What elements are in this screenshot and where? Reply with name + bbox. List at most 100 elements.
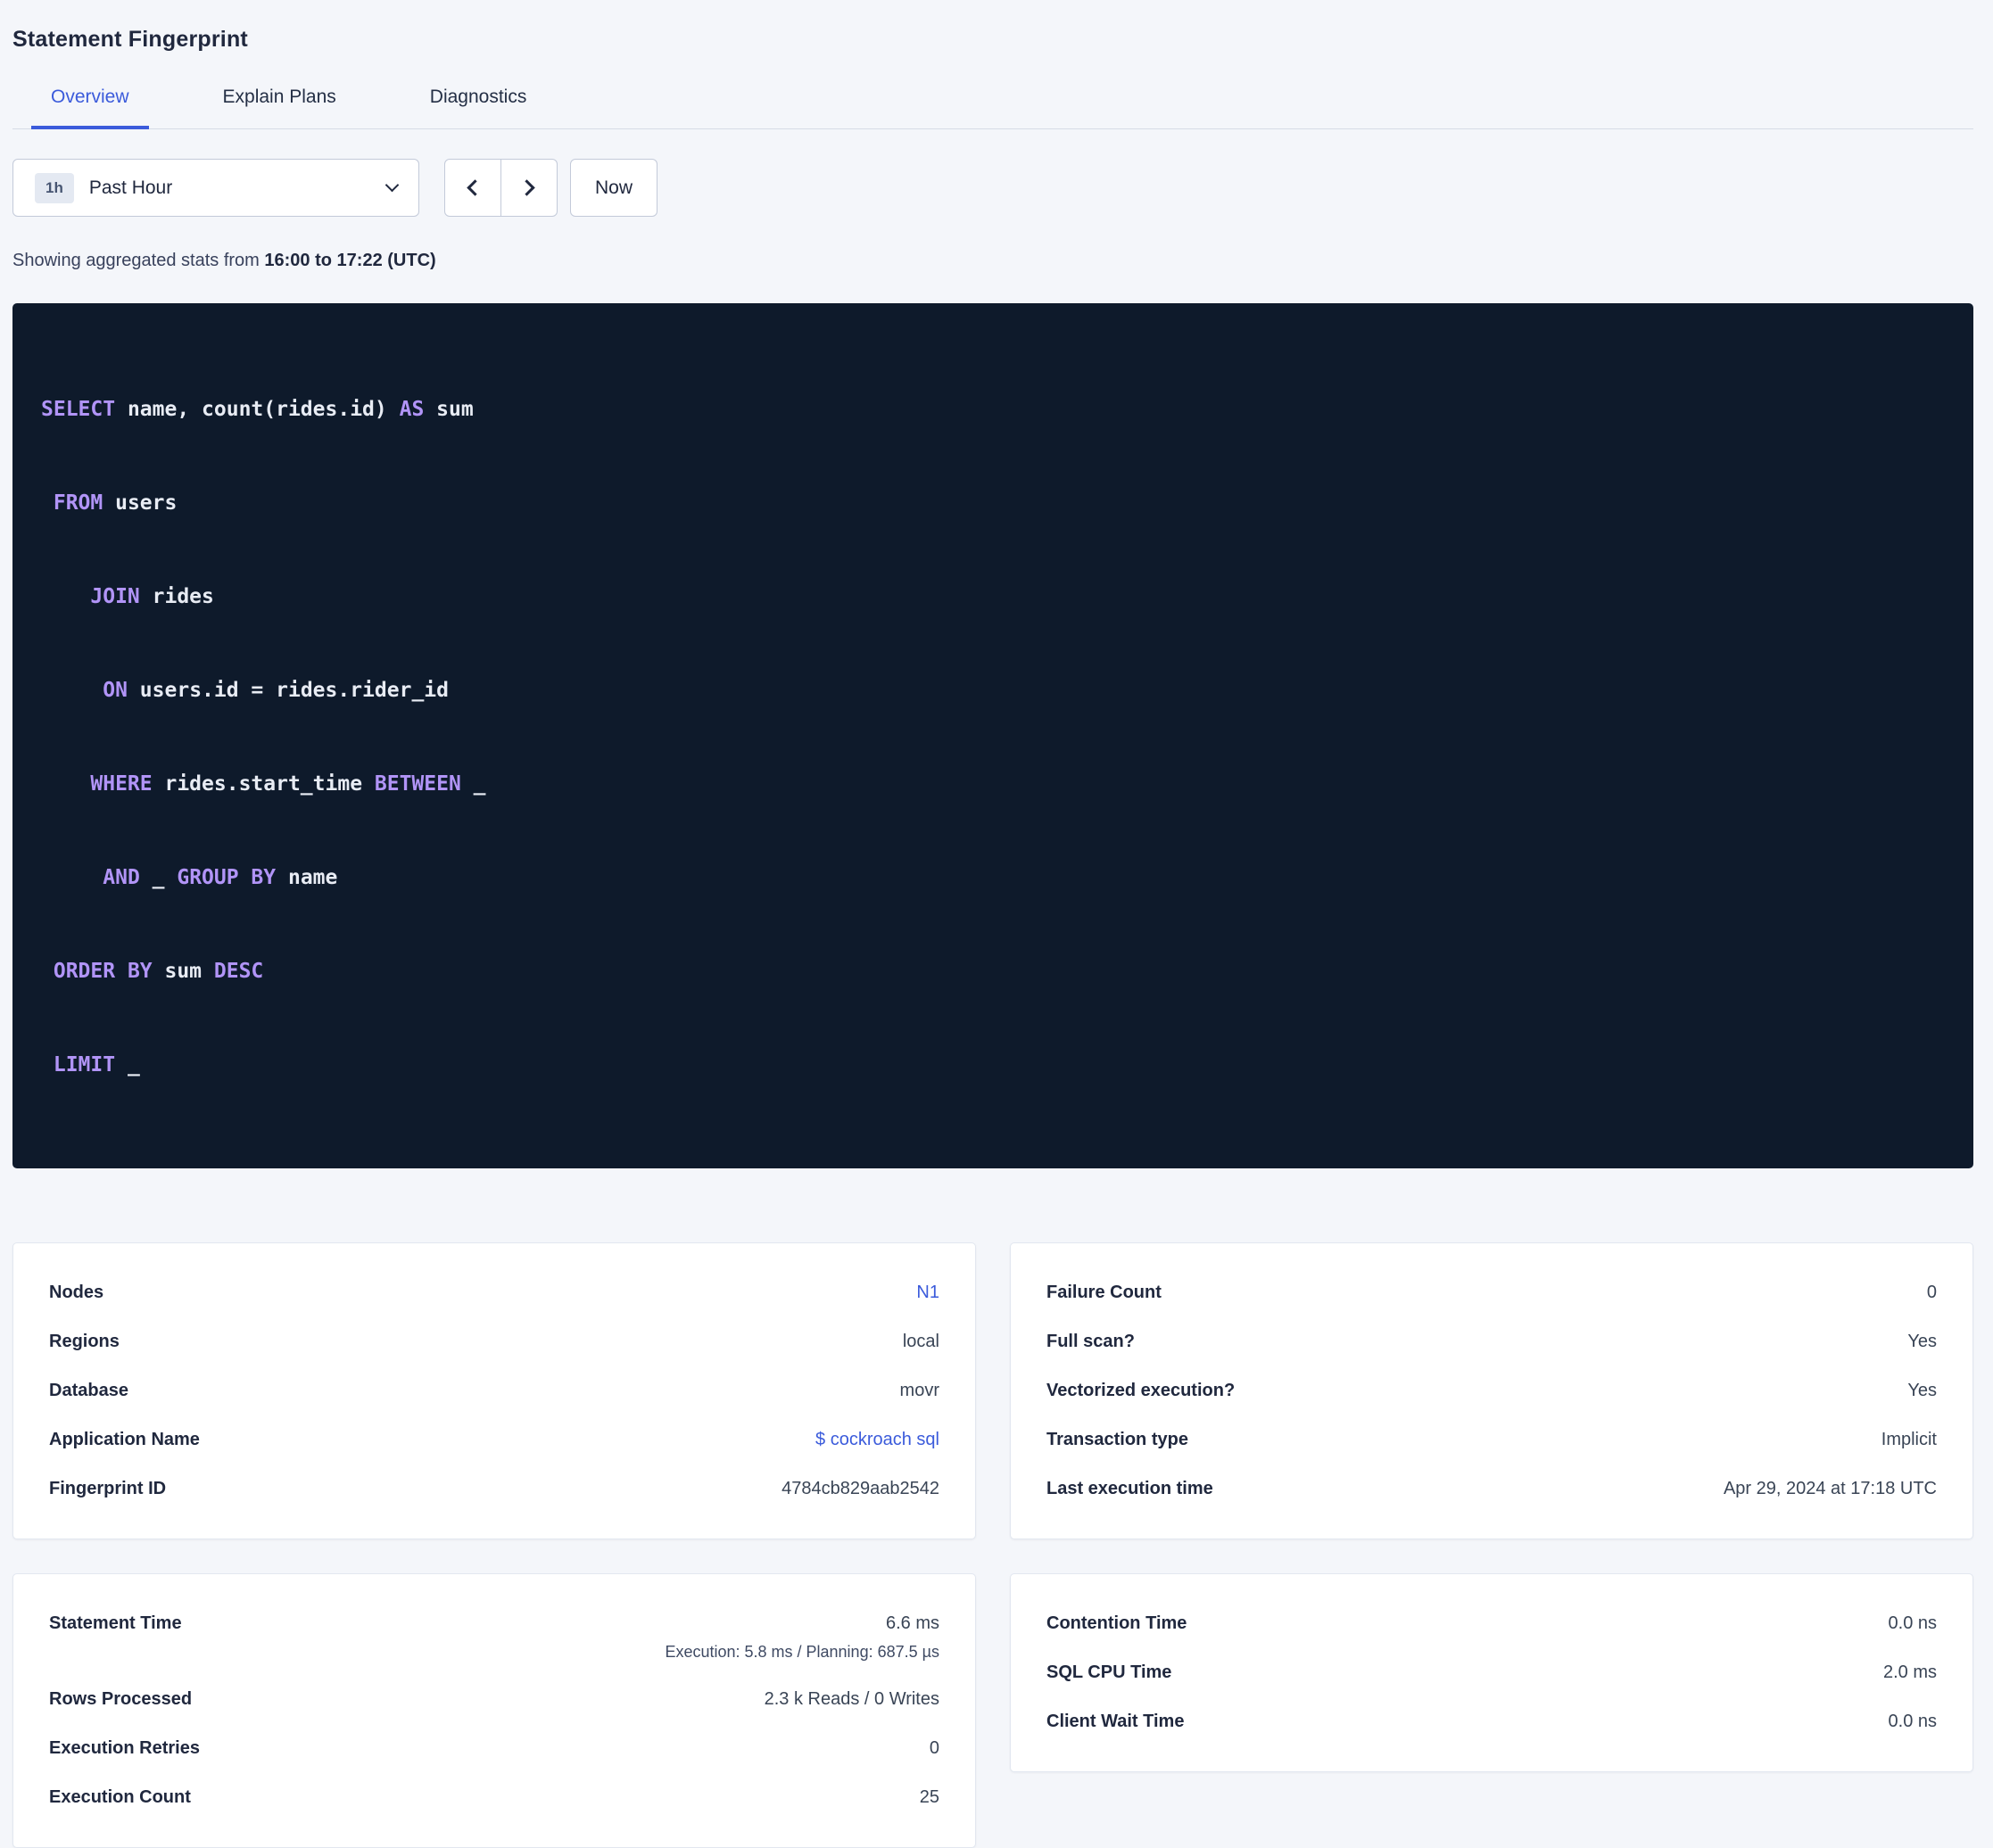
row-label: Nodes [49, 1283, 104, 1302]
sql-keyword: LIMIT [53, 1053, 116, 1077]
row-label: Regions [49, 1332, 120, 1351]
row-subvalue: Execution: 5.8 ms / Planning: 687.5 µs [665, 1643, 939, 1661]
detail-row-failure-count: Failure Count 0 [1046, 1268, 1937, 1317]
row-label: Application Name [49, 1430, 200, 1449]
time-controls: 1h Past Hour Now [12, 159, 1973, 217]
sql-keyword: ON [103, 679, 128, 702]
chevron-down-icon [385, 177, 400, 193]
sql-text: name, count(rides.id) [115, 398, 400, 421]
statement-details-card: Nodes N1 Regions local Database movr App… [12, 1242, 976, 1539]
row-value: Yes [1907, 1381, 1937, 1400]
sql-keyword: FROM [53, 491, 103, 515]
detail-row-nodes: Nodes N1 [49, 1268, 939, 1317]
row-value: 0.0 ns [1888, 1613, 1937, 1633]
sql-text: sum [152, 960, 214, 983]
sql-text: rides [139, 585, 214, 608]
stats-summary-prefix: Showing aggregated stats from [12, 251, 265, 270]
time-step-button-group [444, 159, 558, 217]
stats-summary-range: 16:00 to 17:22 (UTC) [264, 251, 436, 270]
row-label: Vectorized execution? [1046, 1381, 1236, 1400]
sql-keyword: BETWEEN [374, 772, 461, 796]
row-value: 6.6 ms [885, 1613, 939, 1633]
row-value: Implicit [1881, 1430, 1937, 1449]
row-label: Fingerprint ID [49, 1479, 167, 1498]
sql-text: _ [460, 772, 486, 796]
sql-statement-box: SELECT name, count(rides.id) AS sum FROM… [12, 303, 1973, 1168]
row-value: movr [899, 1381, 939, 1400]
row-value: Apr 29, 2024 at 17:18 UTC [1723, 1479, 1937, 1498]
row-label: Last execution time [1046, 1479, 1213, 1498]
row-label: Rows Processed [49, 1689, 193, 1709]
row-label: Execution Count [49, 1787, 191, 1807]
row-value: 2.3 k Reads / 0 Writes [764, 1689, 939, 1709]
sql-text: name [276, 866, 338, 889]
chevron-left-icon [467, 179, 484, 196]
row-label: Statement Time [49, 1613, 182, 1633]
page-title: Statement Fingerprint [12, 27, 248, 52]
sql-line: ORDER BY sum DESC [41, 956, 1945, 987]
sql-keyword: ORDER BY [53, 960, 153, 983]
detail-row-vectorized-execution: Vectorized execution? Yes [1046, 1366, 1937, 1415]
selected-range-label: Past Hour [88, 177, 173, 198]
tab-overview[interactable]: Overview [31, 87, 149, 129]
detail-row-last-execution-time: Last execution time Apr 29, 2024 at 17:1… [1046, 1464, 1937, 1514]
sql-keyword: AS [399, 398, 425, 421]
sql-keyword: DESC [213, 960, 264, 983]
detail-row-regions: Regions local [49, 1317, 939, 1366]
previous-range-button[interactable] [444, 159, 501, 217]
sql-line: SELECT name, count(rides.id) AS sum [41, 394, 1945, 425]
detail-row-transaction-type: Transaction type Implicit [1046, 1415, 1937, 1464]
now-button[interactable]: Now [570, 159, 658, 217]
interval-badge: 1h [35, 172, 74, 203]
sql-keyword: AND [103, 866, 140, 889]
detail-row-database: Database movr [49, 1366, 939, 1415]
detail-row-full-scan: Full scan? Yes [1046, 1317, 1937, 1366]
nodes-link[interactable]: N1 [916, 1280, 939, 1306]
sql-keyword: SELECT [41, 398, 116, 421]
sql-line: FROM users [41, 488, 1945, 519]
sql-line: JOIN rides [41, 582, 1945, 613]
detail-row-statement-time: Statement Time 6.6 ms Execution: 5.8 ms … [49, 1599, 939, 1675]
tab-bar: Overview Explain Plans Diagnostics [12, 87, 1973, 129]
sql-text: sum [424, 398, 474, 421]
time-range-dropdown[interactable]: 1h Past Hour [12, 159, 419, 217]
sql-keyword: GROUP BY [177, 866, 277, 889]
sql-text: _ [115, 1053, 140, 1077]
tab-explain-plans[interactable]: Explain Plans [203, 87, 356, 129]
next-range-button[interactable] [500, 159, 558, 217]
row-value: 25 [919, 1787, 939, 1807]
row-label: Client Wait Time [1046, 1712, 1185, 1731]
row-value: 2.0 ms [1882, 1662, 1937, 1682]
row-value: 0.0 ns [1888, 1712, 1937, 1731]
detail-row-application-name: Application Name $ cockroach sql [49, 1415, 939, 1464]
wait-time-card: Contention Time 0.0 ns SQL CPU Time 2.0 … [1010, 1573, 1973, 1772]
row-value: 4784cb829aab2542 [781, 1479, 939, 1498]
statement-fingerprint-page: Statement Fingerprint Overview Explain P… [0, 0, 1993, 1848]
sql-line: WHERE rides.start_time BETWEEN _ [41, 769, 1945, 800]
sql-text: rides.start_time [152, 772, 375, 796]
statement-timing-card: Statement Time 6.6 ms Execution: 5.8 ms … [12, 1573, 976, 1848]
row-value: local [902, 1332, 939, 1351]
detail-row-client-wait-time: Client Wait Time 0.0 ns [1046, 1697, 1937, 1746]
sql-line: LIMIT _ [41, 1050, 1945, 1081]
detail-row-sql-cpu-time: SQL CPU Time 2.0 ms [1046, 1648, 1937, 1697]
sql-keyword: WHERE [90, 772, 153, 796]
row-value: Yes [1907, 1332, 1937, 1351]
row-label: Database [49, 1381, 128, 1400]
aggregated-stats-summary: Showing aggregated stats from 16:00 to 1… [12, 251, 1973, 271]
row-label: Transaction type [1046, 1430, 1188, 1449]
application-name-link[interactable]: $ cockroach sql [815, 1427, 939, 1453]
detail-row-rows-processed: Rows Processed 2.3 k Reads / 0 Writes [49, 1675, 939, 1724]
row-value: 0 [1926, 1283, 1937, 1302]
sql-text: _ [139, 866, 178, 889]
row-label: Execution Retries [49, 1738, 200, 1758]
row-label: SQL CPU Time [1046, 1662, 1172, 1682]
tab-diagnostics[interactable]: Diagnostics [410, 87, 547, 129]
detail-row-fingerprint-id: Fingerprint ID 4784cb829aab2542 [49, 1464, 939, 1514]
